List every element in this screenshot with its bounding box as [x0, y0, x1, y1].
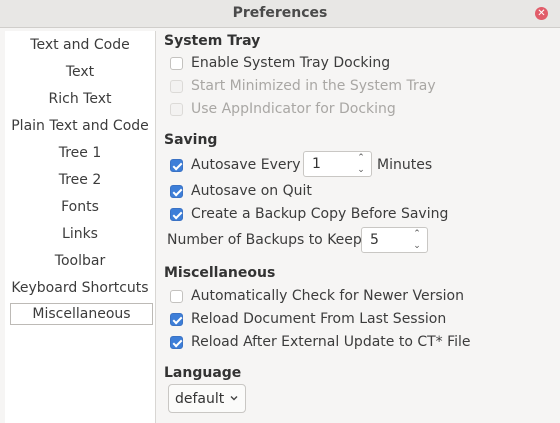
sidebar-item-keyboard-shortcuts[interactable]: Keyboard Shortcuts: [5, 277, 155, 299]
enable-docking-label: Enable System Tray Docking: [191, 55, 391, 71]
use-appindicator-label: Use AppIndicator for Docking: [191, 101, 396, 117]
num-backups-spinner[interactable]: 5 ⌃ ⌄: [361, 227, 428, 253]
section-title-system-tray: System Tray: [164, 33, 261, 49]
autosave-every-label: Autosave Every: [191, 157, 301, 173]
sidebar-item-tree-1[interactable]: Tree 1: [5, 142, 155, 164]
reload-after-update-label: Reload After External Update to CT* File: [191, 334, 471, 350]
chevron-up-icon[interactable]: ⌃: [355, 152, 367, 164]
reload-after-update-checkbox[interactable]: [170, 336, 183, 349]
close-button[interactable]: ✕: [535, 7, 548, 20]
autosave-on-quit-checkbox[interactable]: [170, 185, 183, 198]
autosave-interval-spinner[interactable]: 1 ⌃ ⌄: [303, 151, 372, 177]
sidebar-item-text-and-code[interactable]: Text and Code: [5, 34, 155, 56]
sidebar-item-links[interactable]: Links: [5, 223, 155, 245]
window-title: Preferences: [232, 5, 328, 21]
autosave-on-quit-label: Autosave on Quit: [191, 183, 312, 199]
reload-last-session-checkbox[interactable]: [170, 313, 183, 326]
sidebar-item-plain-text-and-code[interactable]: Plain Text and Code: [5, 115, 155, 137]
check-newer-checkbox[interactable]: [170, 290, 183, 303]
sidebar-item-miscellaneous[interactable]: Miscellaneous: [10, 303, 153, 325]
autosave-interval-value: 1: [312, 156, 321, 172]
sidebar-item-tree-2[interactable]: Tree 2: [5, 169, 155, 191]
use-appindicator-checkbox: [170, 103, 183, 116]
sidebar: Text and Code Text Rich Text Plain Text …: [5, 31, 156, 423]
chevron-down-icon[interactable]: ⌄: [411, 240, 423, 252]
section-title-miscellaneous: Miscellaneous: [164, 265, 276, 281]
start-minimized-checkbox: [170, 80, 183, 93]
sidebar-item-toolbar[interactable]: Toolbar: [5, 250, 155, 272]
sidebar-item-rich-text[interactable]: Rich Text: [5, 88, 155, 110]
backup-copy-label: Create a Backup Copy Before Saving: [191, 206, 449, 222]
check-newer-label: Automatically Check for Newer Version: [191, 288, 464, 304]
sidebar-item-fonts[interactable]: Fonts: [5, 196, 155, 218]
autosave-unit-label: Minutes: [377, 157, 433, 173]
num-backups-label: Number of Backups to Keep: [167, 232, 362, 248]
backup-copy-checkbox[interactable]: [170, 208, 183, 221]
sidebar-item-text[interactable]: Text: [5, 61, 155, 83]
section-title-language: Language: [164, 365, 242, 381]
language-dropdown[interactable]: default: [168, 384, 246, 413]
language-dropdown-value: default: [175, 391, 225, 407]
start-minimized-label: Start Minimized in the System Tray: [191, 78, 436, 94]
enable-docking-checkbox[interactable]: [170, 57, 183, 70]
chevron-down-icon: [230, 396, 238, 401]
title-bar: Preferences ✕: [0, 0, 560, 28]
section-title-saving: Saving: [164, 132, 218, 148]
num-backups-value: 5: [370, 232, 379, 248]
chevron-down-icon[interactable]: ⌄: [355, 164, 367, 176]
autosave-every-checkbox[interactable]: [170, 159, 183, 172]
chevron-up-icon[interactable]: ⌃: [411, 228, 423, 240]
reload-last-session-label: Reload Document From Last Session: [191, 311, 447, 327]
close-icon: ✕: [537, 8, 546, 19]
